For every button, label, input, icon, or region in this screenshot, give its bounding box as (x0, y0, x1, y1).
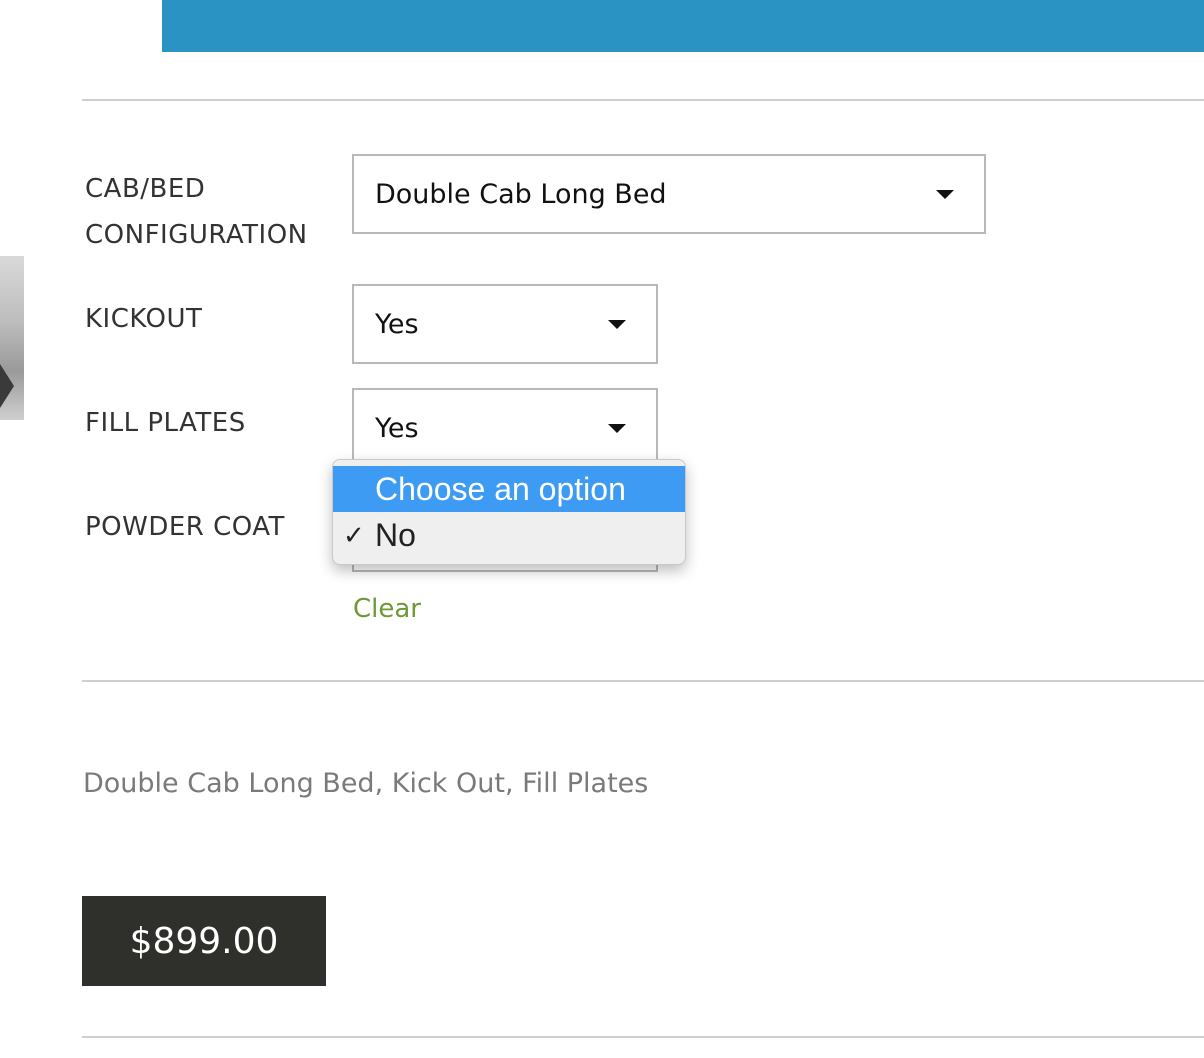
variation-summary: Double Cab Long Bed, Kick Out, Fill Plat… (83, 768, 649, 799)
cab-bed-value: Double Cab Long Bed (375, 178, 667, 210)
kickout-label: KICKOUT (85, 304, 203, 334)
caret-down-icon (608, 320, 626, 329)
price-badge: $899.00 (82, 896, 326, 986)
fill-plates-label: FILL PLATES (85, 408, 246, 438)
caret-down-icon (608, 424, 626, 433)
cab-bed-select[interactable]: Double Cab Long Bed (352, 154, 986, 234)
powder-coat-dropdown-menu[interactable]: Choose an option ✓ No (332, 459, 686, 565)
kickout-value: Yes (375, 308, 419, 340)
dropdown-option-label: Choose an option (375, 471, 626, 507)
product-options-page: CAB/BED CONFIGURATION Double Cab Long Be… (0, 0, 1204, 1058)
fill-plates-select[interactable]: Yes (352, 388, 658, 468)
checkmark-icon: ✓ (343, 520, 365, 550)
kickout-select[interactable]: Yes (352, 284, 658, 364)
divider-bottom (82, 1036, 1204, 1038)
top-banner-bar (162, 0, 1204, 52)
divider-top (82, 99, 1204, 101)
product-thumbnail[interactable] (0, 256, 24, 420)
powder-coat-label: POWDER COAT (85, 512, 285, 542)
clear-selection-link[interactable]: Clear (353, 594, 421, 624)
divider-middle (82, 680, 1204, 682)
cab-bed-label: CAB/BED CONFIGURATION (85, 174, 308, 250)
dropdown-option-no[interactable]: ✓ No (333, 512, 685, 558)
dropdown-option-label: No (375, 517, 416, 553)
dropdown-option-choose[interactable]: Choose an option (333, 466, 685, 512)
fill-plates-value: Yes (375, 412, 419, 444)
caret-down-icon (936, 190, 954, 199)
